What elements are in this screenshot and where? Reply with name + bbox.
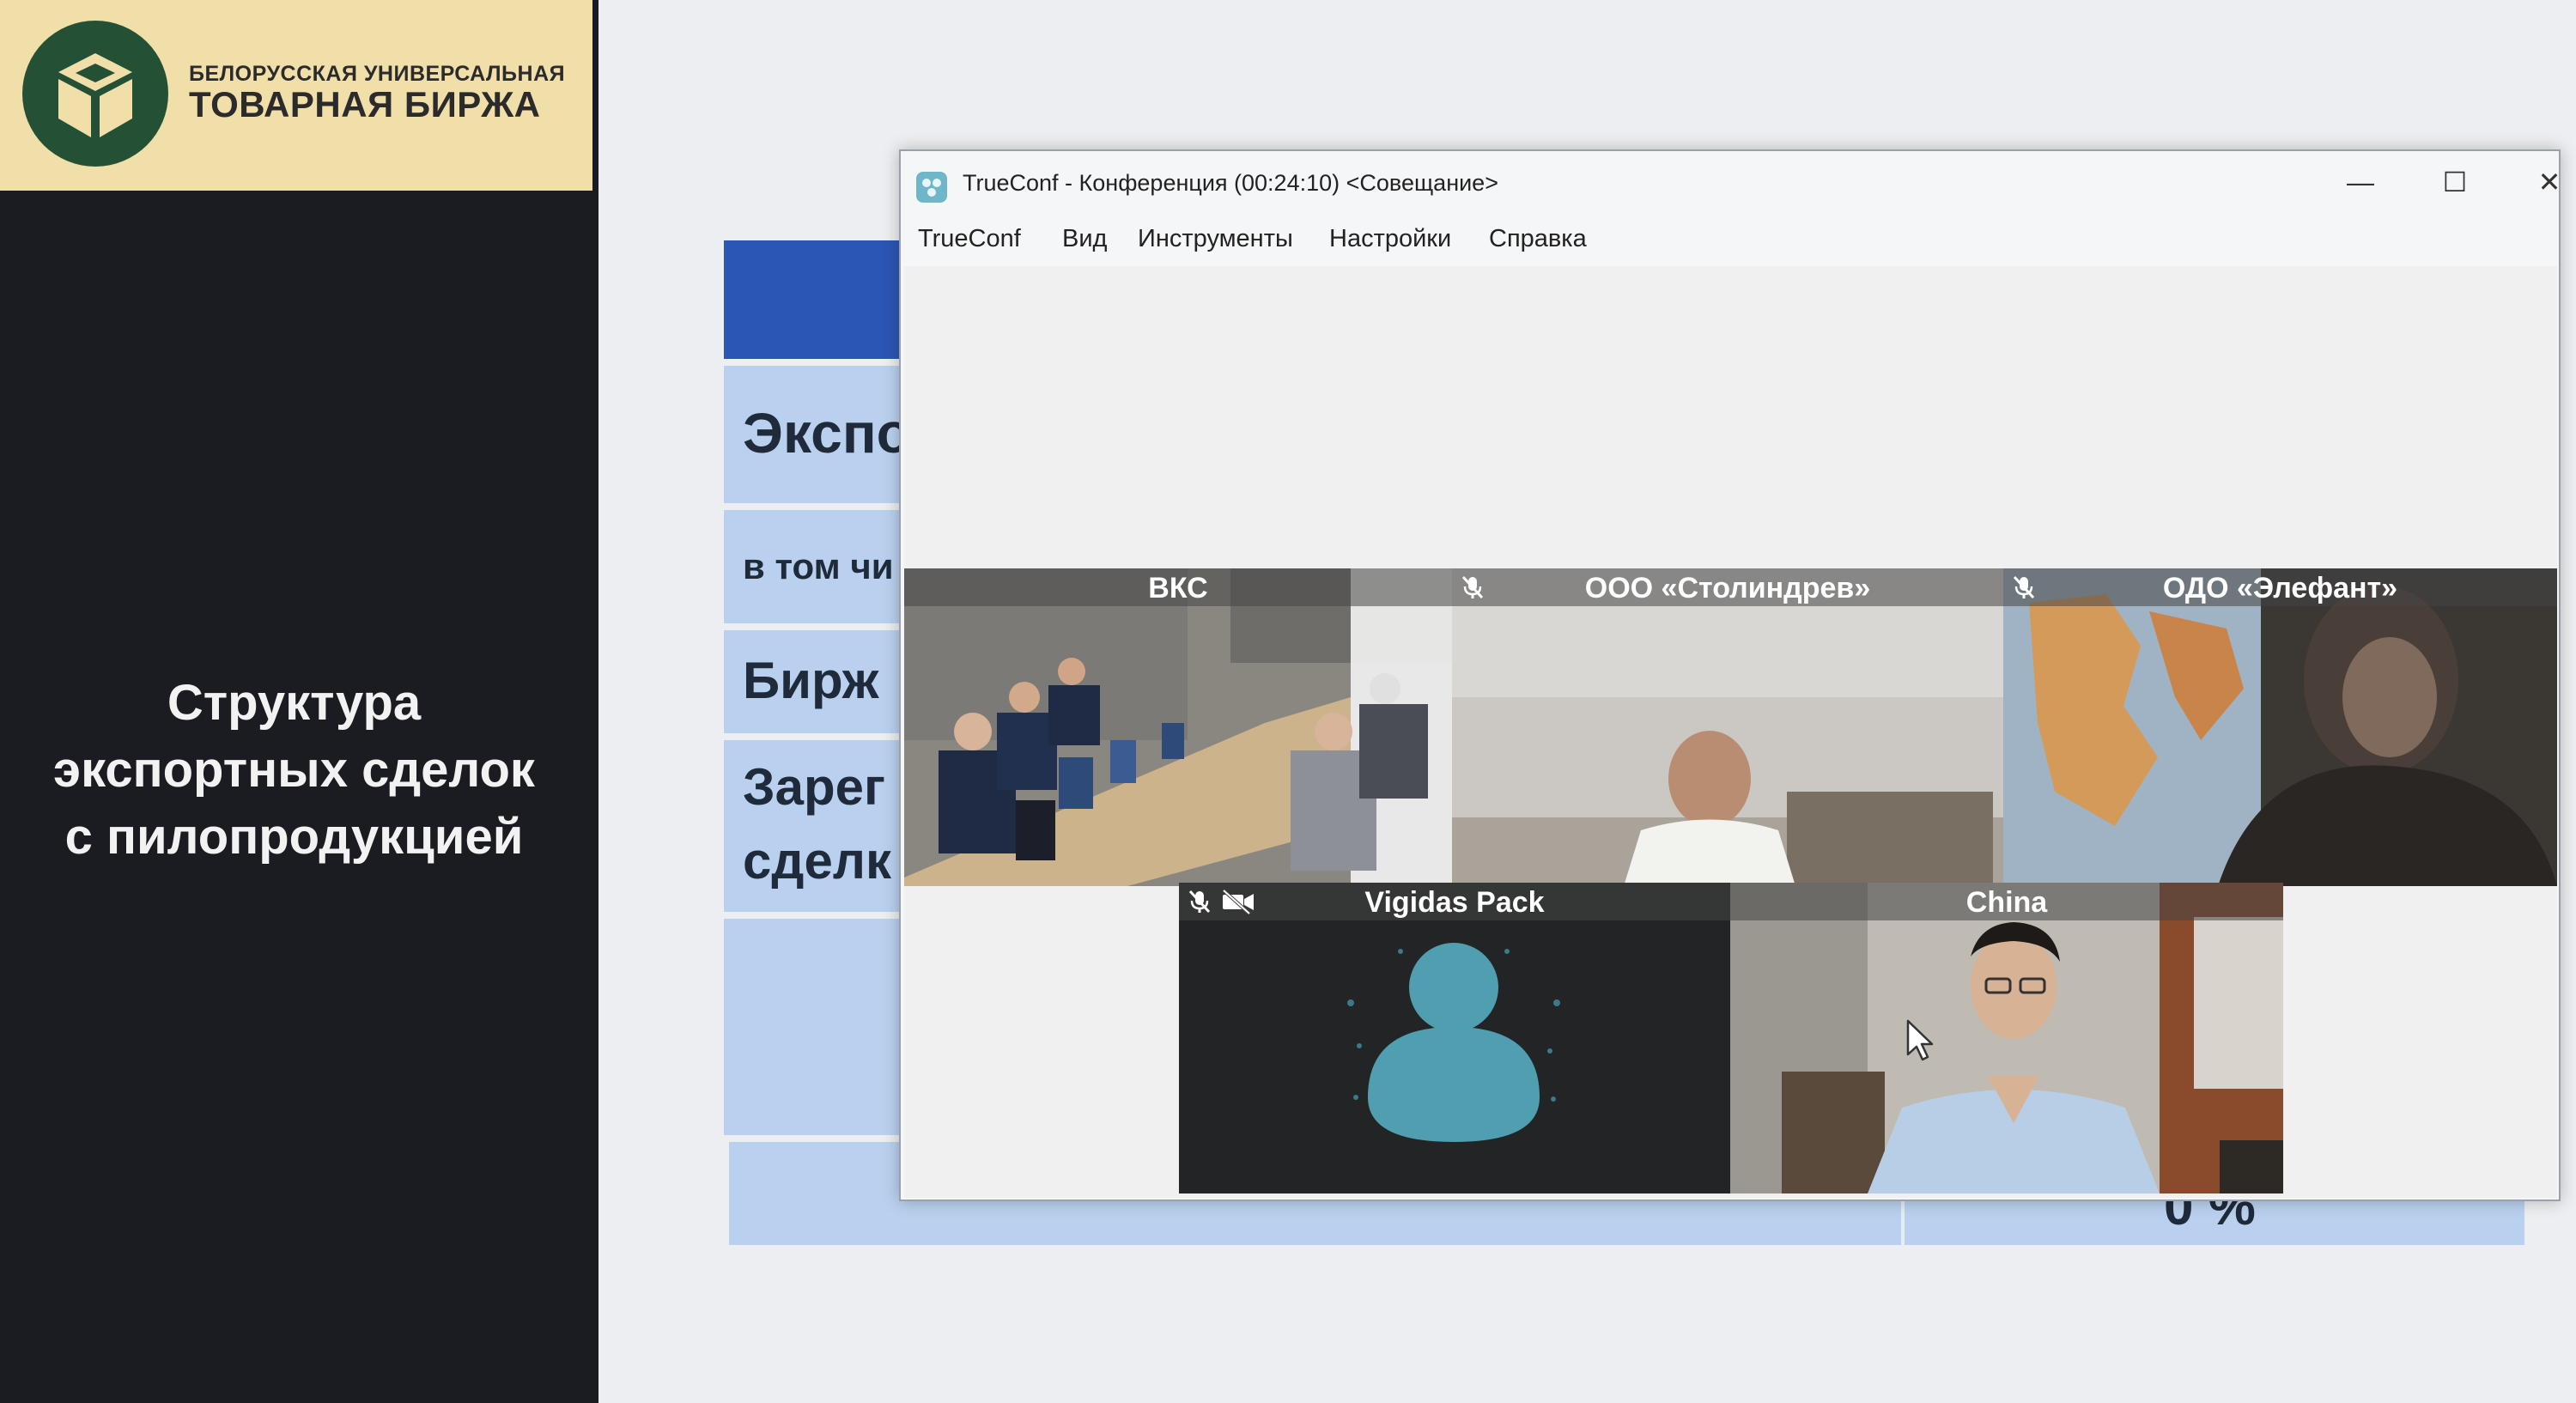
window-title: TrueConf - Конференция (00:24:10) <Совещ…: [963, 170, 1498, 196]
participant-name-bar: China: [1730, 883, 2283, 920]
table-row: [724, 919, 913, 1135]
video-feed: [904, 568, 1452, 886]
minimize-button[interactable]: —: [2322, 160, 2399, 204]
table-divider: [1901, 1198, 1905, 1245]
slide-title-line: экспортных сделок: [53, 742, 535, 798]
participant-name-bar: ООО «Столиндрев»: [1452, 568, 2003, 606]
participant-name-bar: Vigidas Pack: [1179, 883, 1730, 920]
presentation-sidebar: БЕЛОРУССКАЯ УНИВЕРСАЛЬНАЯ ТОВАРНАЯ БИРЖА…: [0, 0, 598, 1403]
table-cell: Экспо: [743, 401, 912, 465]
window-titlebar[interactable]: TrueConf - Конференция (00:24:10) <Совещ…: [901, 151, 2559, 213]
participant-name-bar: ВКС: [904, 568, 1452, 606]
menu-item-trueconf[interactable]: TrueConf: [918, 225, 1021, 253]
avatar-placeholder: [1179, 883, 1730, 1193]
slide-title: Структура экспортных сделок с пилопродук…: [9, 670, 580, 871]
table-row: в том чи: [724, 510, 913, 623]
participant-name: ОДО «Элефант»: [2162, 572, 2398, 604]
participant-tile-vks[interactable]: ВКС: [904, 568, 1452, 886]
exchange-logo: БЕЛОРУССКАЯ УНИВЕРСАЛЬНАЯ ТОВАРНАЯ БИРЖА: [0, 0, 592, 191]
table-row: Бирж: [724, 630, 913, 733]
maximize-button[interactable]: ☐: [2416, 160, 2494, 204]
mouse-cursor-icon: [1906, 1019, 1934, 1061]
participant-tile-stolindrev[interactable]: ООО «Столиндрев»: [1452, 568, 2003, 886]
participant-tile-elefant[interactable]: ОДО «Элефант»: [2003, 568, 2557, 886]
table-cell: сделк: [743, 832, 891, 890]
video-feed: [2003, 568, 2557, 886]
participant-name: ВКС: [1148, 572, 1208, 604]
participant-name: Vigidas Pack: [1364, 886, 1545, 919]
menu-item-view[interactable]: Вид: [1062, 225, 1107, 253]
menu-item-help[interactable]: Справка: [1489, 225, 1587, 253]
trueconf-window[interactable]: TrueConf - Конференция (00:24:10) <Совещ…: [899, 149, 2561, 1201]
participant-name: ООО «Столиндрев»: [1584, 572, 1871, 604]
menu-item-tools[interactable]: Инструменты: [1138, 225, 1293, 253]
participant-name: China: [1965, 886, 2048, 919]
video-feed: [1730, 883, 2283, 1193]
video-feed: [1452, 568, 2003, 886]
cube-logo-icon: [22, 21, 168, 167]
participant-tile-china[interactable]: China: [1730, 883, 2283, 1193]
logo-text-line2: ТОВАРНАЯ БИРЖА: [189, 84, 541, 125]
slide-title-line: Структура: [167, 675, 422, 731]
table-row: Экспо: [724, 366, 913, 503]
trueconf-app-icon: [916, 172, 947, 203]
table-cell: Бирж: [743, 652, 879, 709]
slide-title-line: с пилопродукцией: [64, 809, 524, 865]
participant-tile-vigidas-pack[interactable]: Vigidas Pack: [1179, 883, 1730, 1193]
table-cell: Зарег: [743, 758, 885, 816]
menu-bar: TrueConf Вид Инструменты Настройки Справ…: [901, 213, 2559, 266]
table-row: Зарег сделк: [724, 740, 913, 912]
close-button[interactable]: ✕: [2511, 160, 2559, 204]
menu-item-settings[interactable]: Настройки: [1329, 225, 1451, 253]
logo-text-line1: БЕЛОРУССКАЯ УНИВЕРСАЛЬНАЯ: [189, 62, 566, 86]
table-cell: в том чи: [743, 546, 894, 586]
participant-name-bar: ОДО «Элефант»: [2003, 568, 2557, 606]
conference-video-area: ВКС ООО «Столиндрев» ОДО «Элефант» Vigid…: [904, 266, 2557, 1198]
